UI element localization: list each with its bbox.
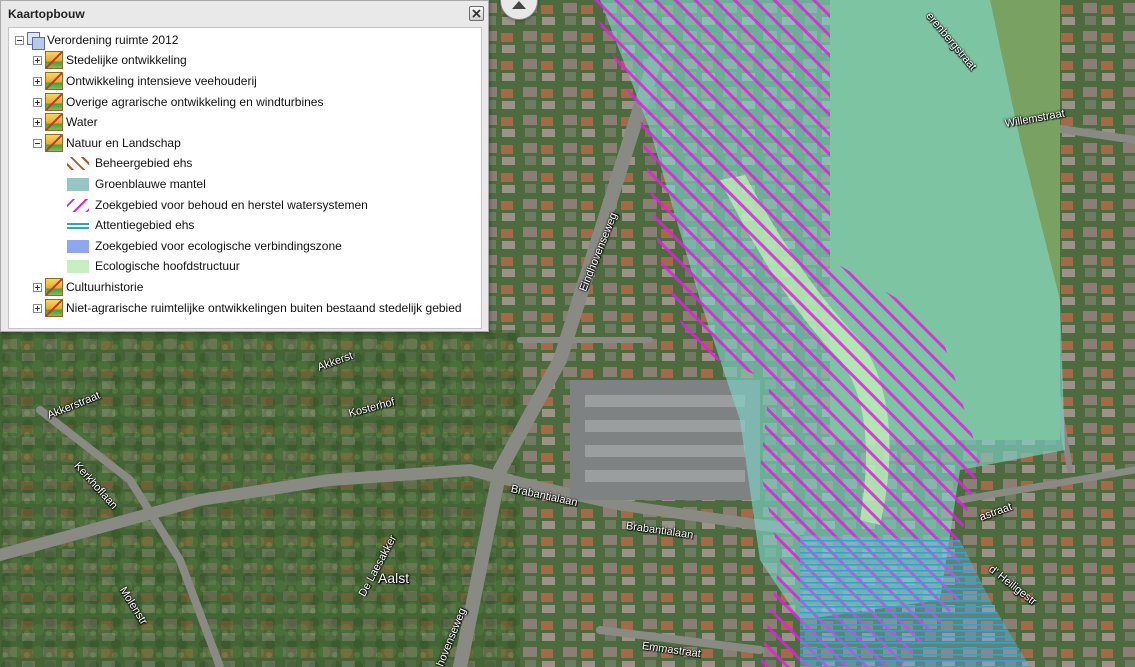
tree-root[interactable]: Verordening ruimte 2012 <box>15 30 178 50</box>
expand-icon[interactable] <box>33 282 42 292</box>
tree-root-label: Verordening ruimte 2012 <box>47 33 179 47</box>
legend-entry-label: Groenblauwe mantel <box>95 177 206 191</box>
layer-icon <box>45 299 63 317</box>
tree-item-label: Ontwikkeling intensieve veehouderij <box>66 74 257 88</box>
expand-icon[interactable] <box>33 303 42 313</box>
legend-entry-attentiegebied-ehs: Attentiegebied ehs <box>67 215 194 235</box>
collapse-icon[interactable] <box>15 35 24 45</box>
collapse-icon[interactable] <box>33 138 42 148</box>
legend-panel-header[interactable]: Kaartopbouw <box>1 1 488 27</box>
legend-entry-beheergebied-ehs: Beheergebied ehs <box>67 153 192 173</box>
expand-icon[interactable] <box>33 55 42 65</box>
layer-icon <box>45 278 63 296</box>
expand-icon[interactable] <box>33 97 42 107</box>
layer-tree: Verordening ruimte 2012 Stedelijke ontwi… <box>8 27 482 329</box>
panel-title: Kaartopbouw <box>8 7 85 21</box>
tree-item-overige-agrarische[interactable]: Overige agrarische ontwikkeling en windt… <box>33 92 323 112</box>
layer-group-icon <box>27 31 45 50</box>
layer-icon <box>45 113 63 131</box>
legend-entry-label: Ecologische hoofdstructuur <box>95 259 240 273</box>
expand-icon[interactable] <box>33 76 42 86</box>
place-label-aalst: Aalst <box>378 570 410 586</box>
layer-icon <box>45 93 63 111</box>
layer-icon <box>45 72 63 90</box>
close-icon <box>472 9 481 18</box>
tree-item-water[interactable]: Water <box>33 112 98 132</box>
legend-entry-zoekgebied-watersystemen: Zoekgebied voor behoud en herstel waters… <box>67 195 368 215</box>
hatch-magenta-swatch <box>67 198 89 212</box>
layer-icon <box>45 51 63 69</box>
legend-entry-label: Zoekgebied voor behoud en herstel waters… <box>95 198 368 212</box>
tree-item-label: Niet-agrarische ruimtelijke ontwikkeling… <box>66 301 462 315</box>
legend-entry-label: Attentiegebied ehs <box>95 218 195 232</box>
legend-panel: Kaartopbouw Verordening ruimte 2012 Sted… <box>0 0 489 332</box>
tree-cover <box>0 330 520 667</box>
expand-icon[interactable] <box>33 117 42 127</box>
tree-item-cultuurhistorie[interactable]: Cultuurhistorie <box>33 277 143 297</box>
hatch-brown-swatch <box>67 156 89 170</box>
tree-item-niet-agrarische-ontwikkelingen[interactable]: Niet-agrarische ruimtelijke ontwikkeling… <box>33 298 462 318</box>
legend-entry-ecologische-hoofdstructuur: Ecologische hoofdstructuur <box>67 256 240 276</box>
tree-item-intensieve-veehouderij[interactable]: Ontwikkeling intensieve veehouderij <box>33 71 257 91</box>
teal-fill-swatch <box>67 177 89 191</box>
tree-item-label: Cultuurhistorie <box>66 280 144 294</box>
tree-item-label: Natuur en Landschap <box>66 136 181 150</box>
lightgreen-fill-swatch <box>67 259 89 273</box>
lines-cyan-swatch <box>67 218 89 232</box>
legend-entry-label: Zoekgebied voor ecologische verbindingsz… <box>95 239 342 253</box>
blue-fill-swatch <box>67 239 89 253</box>
layer-icon <box>45 134 63 152</box>
tree-item-label: Stedelijke ontwikkeling <box>66 53 187 67</box>
tree-item-stedelijke-ontwikkeling[interactable]: Stedelijke ontwikkeling <box>33 50 187 70</box>
tree-item-natuur-en-landschap[interactable]: Natuur en Landschap <box>33 133 181 153</box>
legend-entry-label: Beheergebied ehs <box>95 156 193 170</box>
tree-item-label: Water <box>66 115 98 129</box>
tree-item-label: Overige agrarische ontwikkeling en windt… <box>66 95 324 109</box>
arrow-up-icon <box>512 1 526 9</box>
legend-entry-verbindingszone: Zoekgebied voor ecologische verbindingsz… <box>67 236 342 256</box>
close-button[interactable] <box>469 6 484 21</box>
legend-entry-groenblauwe-mantel: Groenblauwe mantel <box>67 174 206 194</box>
